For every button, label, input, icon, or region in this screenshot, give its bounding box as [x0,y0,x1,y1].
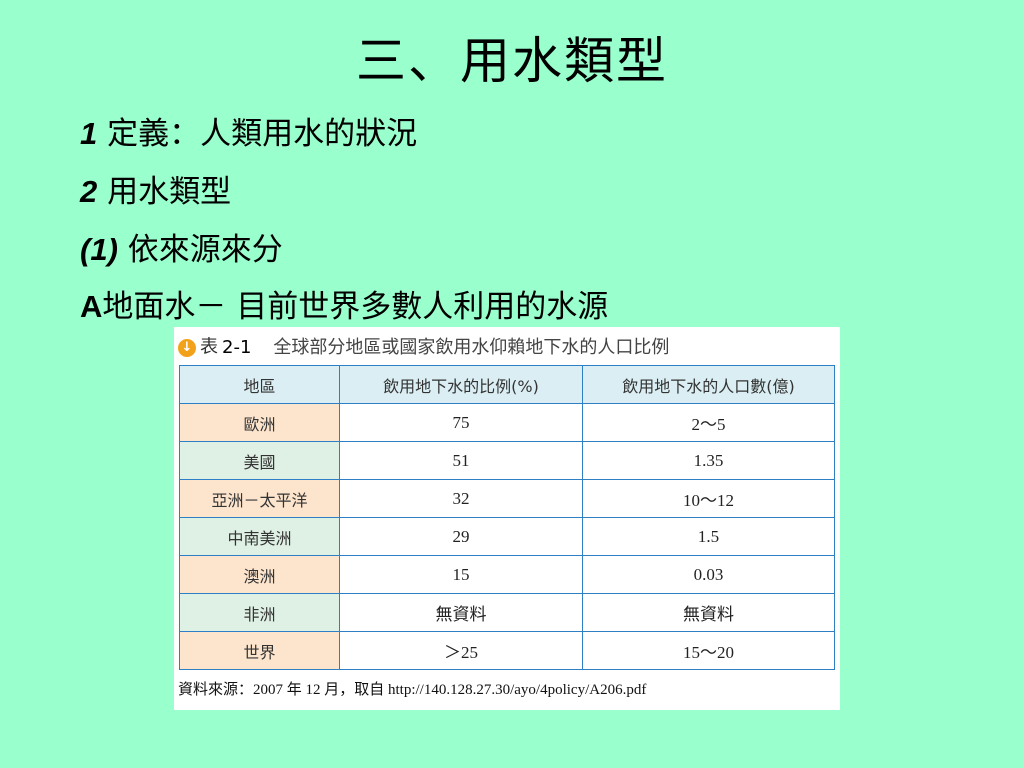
table-row: 亞洲－太平洋 32 10～12 [179,479,835,518]
cell-region: 歐洲 [179,403,340,442]
header-region: 地區 [179,365,340,404]
table-row: 中南美洲 29 1.5 [179,517,835,556]
table-row: 美國 51 1.35 [179,441,835,480]
cell-population: 無資料 [582,593,835,632]
slide-title: 三、用水類型 [356,32,668,90]
table-row: 世界 ＞25 15～20 [179,631,835,670]
bullet-by-source: (1) 依來源來分 [80,230,283,270]
header-population: 飲用地下水的人口數(億) [582,365,835,404]
bullet-text: 用水類型 [97,174,232,210]
table-row: 澳洲 15 0.03 [179,555,835,594]
table-caption: ↓ 表 2-1 全球部分地區或國家飲用水仰賴地下水的人口比例 [178,333,669,361]
cell-ratio: 75 [339,403,583,442]
cell-population: 15～20 [582,631,835,670]
table-source-note: 資料來源：2007 年 12 月，取自 http://140.128.27.30… [178,682,647,698]
cell-region: 世界 [179,631,340,670]
bullet-definition: 1 定義：人類用水的狀況 [80,114,417,154]
table-row: 歐洲 75 2～5 [179,403,835,442]
bullet-text: 地面水－ 目前世界多數人利用的水源 [102,289,609,325]
bullet-surface-water: A地面水－ 目前世界多數人利用的水源 [80,287,608,327]
cell-ratio: 29 [339,517,583,556]
bullet-number: (1) [80,232,118,267]
cell-population: 1.35 [582,441,835,480]
bullet-text: 依來源來分 [117,232,283,268]
cell-region: 亞洲－太平洋 [179,479,340,518]
cell-population: 2～5 [582,403,835,442]
bullet-water-use-types: 2 用水類型 [80,172,231,212]
caption-title: 全球部分地區或國家飲用水仰賴地下水的人口比例 [273,336,670,358]
caption-number: 2-1 [222,336,252,358]
caption-tag: 表 [200,336,218,358]
cell-population: 1.5 [582,517,835,556]
bullet-letter: A [80,289,103,324]
table-row: 非洲 無資料 無資料 [179,593,835,632]
bullet-number: 2 [80,174,98,209]
cell-ratio: 32 [339,479,583,518]
cell-ratio: ＞25 [339,631,583,670]
cell-region: 美國 [179,441,340,480]
cell-ratio: 無資料 [339,593,583,632]
cell-region: 澳洲 [179,555,340,594]
bullet-number: 1 [80,116,98,151]
table-figure: ↓ 表 2-1 全球部分地區或國家飲用水仰賴地下水的人口比例 地區 飲用地下水的比例(… [174,327,840,710]
groundwater-table: 地區 飲用地下水的比例(%) 飲用地下水的人口數(億) 歐洲 75 2～5 美國… [179,365,835,670]
cell-ratio: 15 [339,555,583,594]
down-arrow-circle-icon: ↓ [178,338,196,357]
bullet-text: 定義：人類用水的狀況 [97,116,418,152]
cell-region: 非洲 [179,593,340,632]
cell-ratio: 51 [339,441,583,480]
header-ratio: 飲用地下水的比例(%) [339,365,583,404]
cell-population: 10～12 [582,479,835,518]
cell-population: 0.03 [582,555,835,594]
cell-region: 中南美洲 [179,517,340,556]
table-header-row: 地區 飲用地下水的比例(%) 飲用地下水的人口數(億) [179,365,835,404]
